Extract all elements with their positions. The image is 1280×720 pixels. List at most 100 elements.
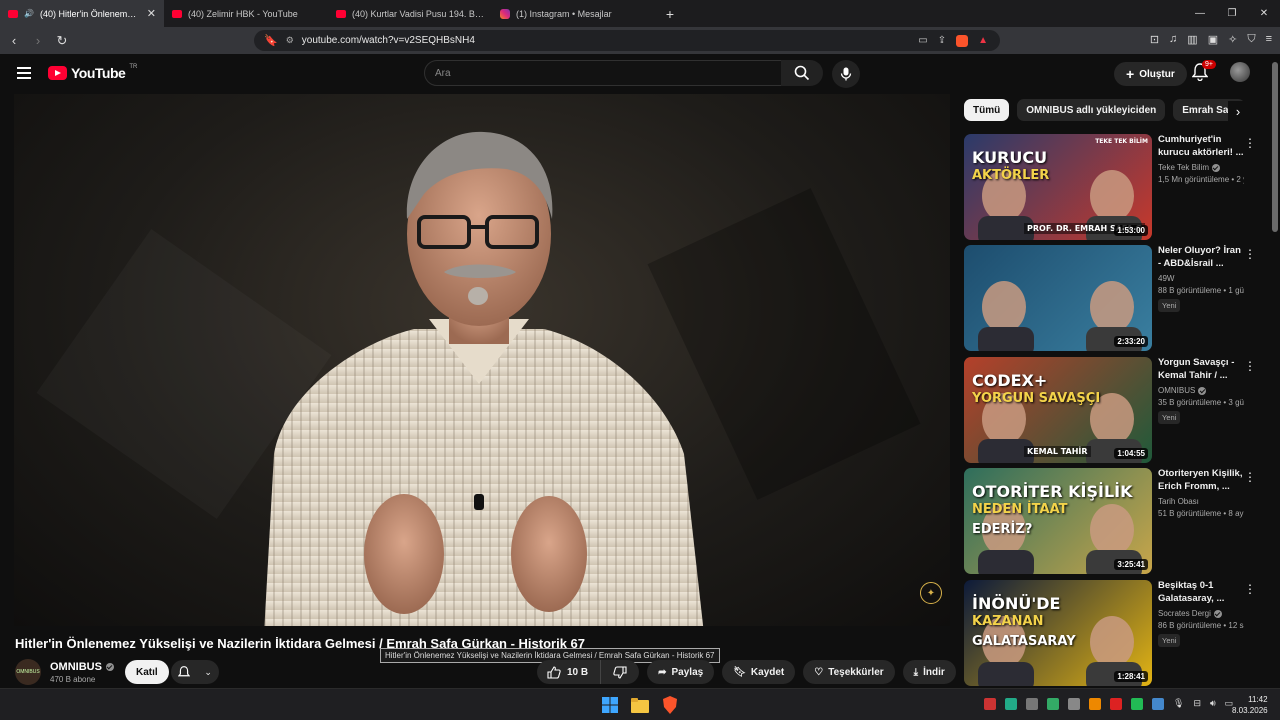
close-window-icon[interactable]: ✕ — [1248, 8, 1280, 19]
site-info-icon[interactable]: ⚙ — [286, 35, 294, 46]
youtube-header: YouTube TR + Oluştur 9+ — [0, 54, 1270, 94]
back-icon[interactable]: ‹ — [4, 33, 24, 48]
channel-avatar[interactable]: OMNIBUS — [15, 659, 41, 685]
youtube-play-icon — [48, 66, 67, 80]
search-button[interactable] — [781, 60, 823, 86]
menu-icon[interactable]: ≡ — [1266, 33, 1272, 46]
recommendation-channel[interactable]: Teke Tek Bilim — [1158, 163, 1209, 172]
like-dislike-group: 10 B — [537, 660, 640, 684]
tray-app-icon[interactable] — [1131, 698, 1143, 710]
search-input[interactable] — [435, 67, 781, 79]
tray-app-icon[interactable] — [1110, 698, 1122, 710]
browser-tab-4[interactable]: (1) Instagram • Mesajlar — [492, 0, 656, 27]
cast-icon[interactable]: ▭ — [918, 35, 927, 47]
recommendation-channel[interactable]: Tarih Obası — [1158, 497, 1199, 506]
chips-next-icon[interactable]: › — [1228, 101, 1248, 121]
close-tab-icon[interactable]: ✕ — [147, 7, 156, 20]
recommendation-title[interactable]: Cumhuriyet'in kurucu aktörleri! ... — [1158, 134, 1244, 159]
channel-name[interactable]: OMNIBUS — [50, 661, 102, 673]
share-button[interactable]: ➦ Paylaş — [647, 660, 715, 684]
notifications-button[interactable]: 9+ — [1191, 60, 1216, 83]
tray-app-icon[interactable] — [984, 698, 996, 710]
forward-icon[interactable]: › — [28, 33, 48, 48]
download-button[interactable]: ⤓ İndir — [902, 660, 956, 684]
guide-menu-icon[interactable] — [17, 67, 31, 82]
recommendation-title[interactable]: Neler Oluyor? İran - ABD&İsrail ... — [1158, 245, 1244, 270]
more-options-icon[interactable]: ⋮ — [1244, 470, 1256, 484]
screenshot-icon[interactable]: ⊡ — [1150, 33, 1159, 46]
search-box[interactable] — [424, 60, 782, 86]
sidebar-icon[interactable]: ▥ — [1187, 33, 1197, 46]
video-actions: 10 B ➦ Paylaş 🔖︎ Kaydet ♡ Teşekkürler ⤓ … — [537, 660, 988, 684]
voice-search-button[interactable] — [832, 60, 860, 88]
network-icon[interactable]: ⊟ — [1193, 698, 1201, 710]
like-button[interactable]: 10 B — [537, 660, 602, 684]
microphone-icon[interactable]: 🎙︎ — [1173, 698, 1184, 710]
more-options-icon[interactable]: ⋮ — [1244, 582, 1256, 596]
volume-icon[interactable]: 🔊︎ — [1210, 698, 1216, 710]
recommendation-title[interactable]: Otoriteryen Kişilik, Erich Fromm, ... — [1158, 468, 1244, 493]
more-options-icon[interactable]: ⋮ — [1244, 359, 1256, 373]
brave-browser-icon[interactable] — [660, 695, 680, 715]
new-tab-button[interactable]: + — [656, 6, 684, 22]
youtube-logo[interactable]: YouTube TR — [48, 64, 137, 81]
wallet-icon[interactable]: ▣ — [1208, 33, 1218, 46]
page-scrollbar[interactable] — [1270, 54, 1280, 688]
recommendation-channel[interactable]: Socrates Dergi — [1158, 609, 1211, 618]
file-explorer-icon[interactable] — [630, 695, 650, 715]
recommendation-title[interactable]: Yorgun Savaşçı - Kemal Tahir / ... — [1158, 357, 1244, 382]
account-avatar[interactable] — [1230, 62, 1250, 82]
dislike-button[interactable] — [601, 660, 639, 684]
bookmark-icon[interactable]: 🔖 — [264, 34, 278, 47]
url-text[interactable]: youtube.com/watch?v=v2SEQHBsNH4 — [302, 35, 475, 46]
tray-app-icon[interactable] — [1026, 698, 1038, 710]
recommendation-card[interactable]: CODEX+ YORGUN SAVAŞÇI KEMAL TAHİR 1:04:55 … — [964, 357, 1264, 463]
recommendation-title[interactable]: Beşiktaş 0-1 Galatasaray, ... — [1158, 580, 1244, 605]
chip-from-uploader[interactable]: OMNIBUS adlı yükleyiciden — [1017, 99, 1166, 121]
browser-tab-1[interactable]: 🔊 (40) Hitler'in Önlenemez Yükse ✕ — [0, 0, 164, 27]
more-options-icon[interactable]: ⋮ — [1244, 247, 1256, 261]
tab-title: (40) Kurtlar Vadisi Pusu 194. Bölüm — [352, 8, 484, 19]
browser-tab-2[interactable]: (40) Zelimir HBK - YouTube — [164, 0, 328, 27]
video-thumbnail[interactable]: İNÖNÜ'DE KAZANAN GALATASARAY 1:28:41 — [964, 580, 1152, 686]
brave-rewards-icon[interactable]: ▲ — [978, 35, 988, 47]
recommendation-channel[interactable]: 49W — [1158, 274, 1174, 283]
recommendation-stats: 35 B görüntüleme • 3 gün önce — [1158, 398, 1244, 407]
media-icon[interactable]: ♫ — [1169, 33, 1177, 46]
vpn-icon[interactable]: ⛉ — [1247, 33, 1255, 46]
address-bar[interactable]: 🔖 ⚙ youtube.com/watch?v=v2SEQHBsNH4 ▭ ⇪ … — [254, 30, 1000, 51]
recommendation-channel[interactable]: OMNIBUS — [1158, 386, 1195, 395]
recommendation-card[interactable]: 2:33:20 Neler Oluyor? İran - ABD&İsrail … — [964, 245, 1264, 351]
tray-app-icon[interactable] — [1068, 698, 1080, 710]
scrollbar-thumb[interactable] — [1272, 62, 1278, 232]
thanks-button[interactable]: ♡ Teşekkürler — [803, 660, 895, 684]
video-thumbnail[interactable]: 2:33:20 — [964, 245, 1152, 351]
brave-shields-icon[interactable] — [956, 34, 969, 47]
recommendation-card[interactable]: İNÖNÜ'DE KAZANAN GALATASARAY 1:28:41 Beşik… — [964, 580, 1264, 686]
taskbar-clock[interactable]: 11:42 8.03.2026 — [1232, 694, 1268, 716]
minimize-icon[interactable]: — — [1184, 8, 1216, 19]
restore-icon[interactable]: ❐ — [1216, 8, 1248, 19]
premium-overlay-icon[interactable]: ✦ — [920, 582, 942, 604]
chip-all[interactable]: Tümü — [964, 99, 1010, 121]
reload-icon[interactable]: ↻ — [52, 33, 72, 49]
browser-tab-3[interactable]: (40) Kurtlar Vadisi Pusu 194. Bölüm — [328, 0, 492, 27]
save-button[interactable]: 🔖︎ Kaydet — [722, 660, 796, 684]
recommendation-card[interactable]: OTORİTER KİŞİLİK NEDEN İTAAT EDERİZ? 3:25:… — [964, 468, 1264, 574]
windows-start-icon[interactable] — [600, 695, 620, 715]
tray-app-icon[interactable] — [1047, 698, 1059, 710]
share-page-icon[interactable]: ⇪ — [938, 35, 946, 47]
recommendation-card[interactable]: KURUCU AKTÖRLER PROF. DR. EMRAH SAFA G TEKE… — [964, 134, 1264, 240]
more-options-icon[interactable]: ⋮ — [1244, 136, 1256, 150]
leo-ai-icon[interactable]: ✧ — [1228, 33, 1237, 46]
tray-app-icon[interactable] — [1005, 698, 1017, 710]
tray-app-icon[interactable] — [1089, 698, 1101, 710]
tray-app-icon[interactable] — [1152, 698, 1164, 710]
video-thumbnail[interactable]: OTORİTER KİŞİLİK NEDEN İTAAT EDERİZ? 3:25:… — [964, 468, 1152, 574]
join-button[interactable]: Katıl — [125, 660, 169, 684]
create-button[interactable]: + Oluştur — [1114, 62, 1187, 86]
video-player[interactable]: ✦ — [14, 94, 950, 626]
subscription-notifications-button[interactable]: ⌄ — [171, 660, 219, 684]
video-thumbnail[interactable]: KURUCU AKTÖRLER PROF. DR. EMRAH SAFA G TEKE… — [964, 134, 1152, 240]
video-thumbnail[interactable]: CODEX+ YORGUN SAVAŞÇI KEMAL TAHİR 1:04:55 — [964, 357, 1152, 463]
